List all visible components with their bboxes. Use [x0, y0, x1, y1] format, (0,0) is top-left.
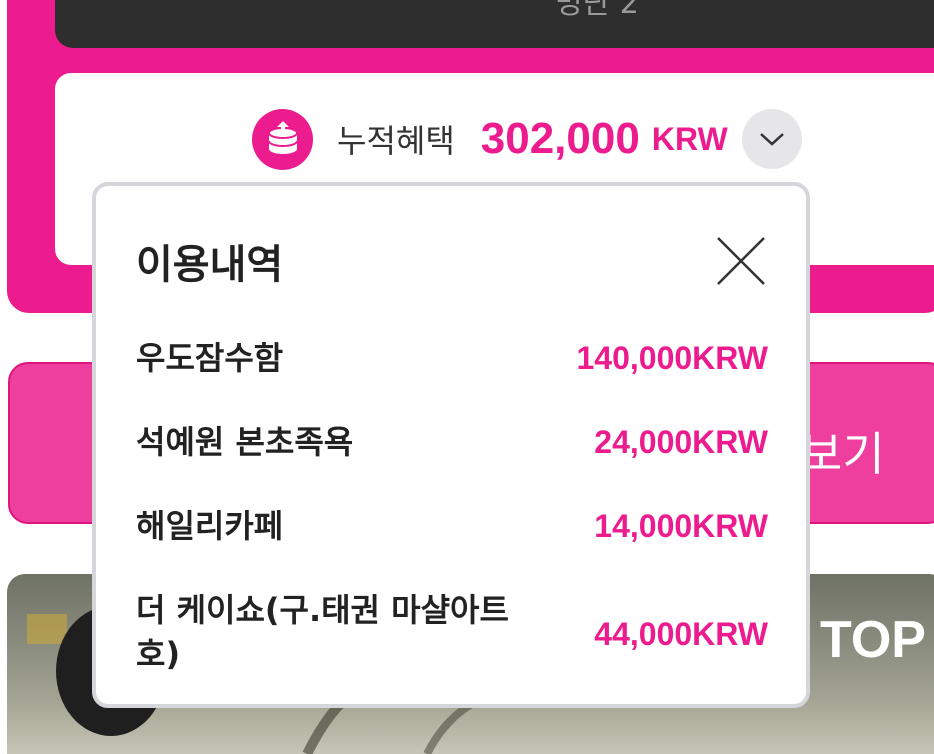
usage-item-price: 44,000KRW: [594, 616, 768, 652]
benefit-label: 누적혜택: [337, 122, 455, 160]
usage-item-price: 24,000KRW: [594, 424, 768, 460]
view-button-label: 보기: [800, 427, 885, 481]
dark-header-bar[interactable]: 명단 2: [55, 0, 934, 48]
chevron-down-icon: [759, 133, 784, 146]
usage-item-price: 140,000KRW: [576, 340, 768, 376]
usage-item-name: 더 케이쇼(구.태권 마샬아트 호): [136, 591, 509, 673]
usage-history-popup: 이용내역 우도잠수함 140,000KRW 석예원 본초족욕 24,000KRW…: [92, 182, 810, 708]
benefit-currency: KRW: [651, 120, 728, 157]
close-icon: [717, 237, 765, 285]
usage-item-name: 석예원 본초족욕: [136, 423, 354, 461]
usage-item-price: 14,000KRW: [594, 508, 768, 544]
coins-icon: [252, 108, 313, 170]
dark-bar-label: 명단 2: [555, 0, 639, 21]
benefit-row: 누적혜택 302,000 KRW: [252, 108, 802, 170]
benefit-amount: 302,000: [480, 114, 640, 163]
usage-item-name: 해일리카페: [136, 507, 284, 545]
popup-title: 이용내역: [136, 242, 284, 288]
banner-overlay-text: TOP: [820, 611, 926, 669]
close-button[interactable]: [714, 234, 768, 288]
expand-button[interactable]: [741, 109, 802, 169]
usage-item-name: 우도잠수함: [136, 339, 284, 377]
